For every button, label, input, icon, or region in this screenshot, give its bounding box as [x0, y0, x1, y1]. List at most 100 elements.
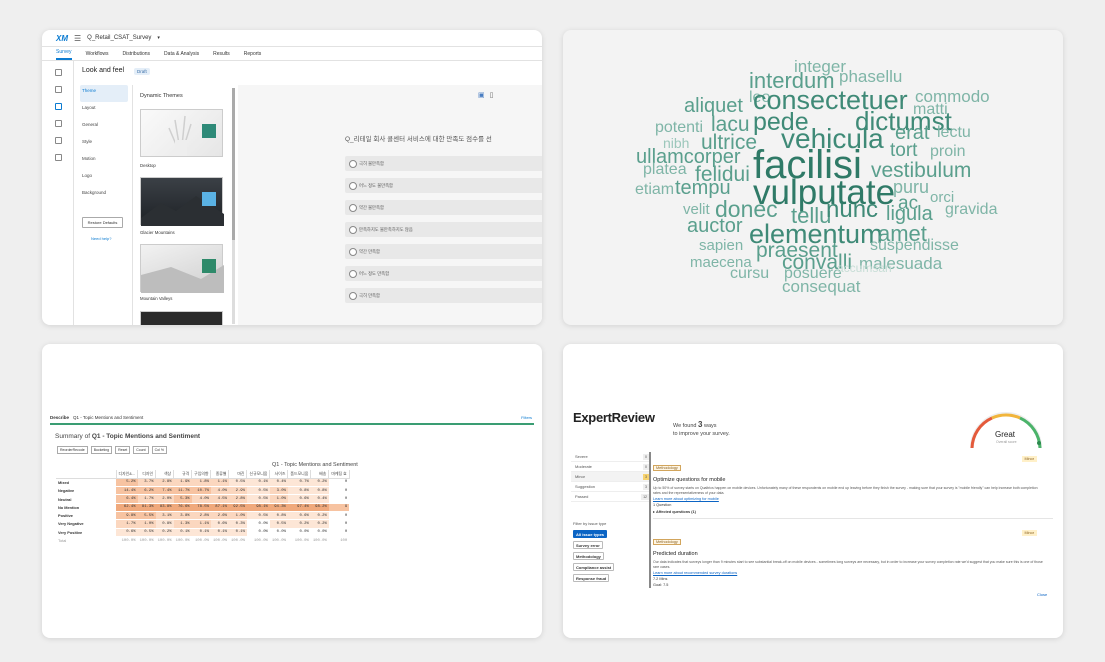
theme-mountain-valleys[interactable] [140, 244, 224, 293]
severity-minor[interactable]: Minor 3 [571, 472, 651, 482]
column-header[interactable]: 품드모니움 [287, 470, 312, 479]
table-cell: 100 [328, 536, 350, 546]
tab-survey[interactable]: Survey [56, 49, 72, 60]
filter-all-issue-types[interactable]: All issue types [573, 530, 608, 538]
options-icon[interactable] [55, 120, 62, 127]
count-button[interactable]: Count [133, 446, 149, 454]
tab-reports[interactable]: Reports [244, 51, 262, 60]
table-cell: 0.7% [287, 478, 311, 488]
issue-body: Our data indicates that surveys longer t… [653, 560, 1043, 569]
severity-suggestion[interactable]: Suggestion 3 [571, 482, 651, 492]
found-pre: We found [673, 423, 697, 429]
theme-label: Desktop [140, 163, 156, 168]
filter-methodology[interactable]: Methodology [573, 552, 604, 560]
themes-scrollbar[interactable] [232, 88, 235, 324]
col-percent-button[interactable]: Col % [151, 446, 167, 454]
issue-link[interactable]: Learn more about optimizing for mobile [653, 497, 1053, 501]
table-cell: 0.2% [310, 511, 329, 521]
tab-distributions[interactable]: Distributions [123, 51, 151, 60]
answer-option[interactable]: 극히 만족함 [345, 288, 542, 303]
bucketing-button[interactable]: Bucketing [90, 446, 113, 454]
table-cell: 2.9% [228, 486, 247, 496]
issue-title: Predicted duration [653, 551, 698, 557]
tab-workflows[interactable]: Workflows [86, 51, 109, 60]
brush-icon[interactable] [55, 103, 62, 110]
flow-icon[interactable] [55, 86, 62, 93]
table-cell: 10.7% [191, 486, 211, 496]
filter-survey-error[interactable]: Survey error [573, 541, 603, 549]
menu-theme[interactable]: Theme [80, 85, 128, 102]
filter-compliance-assist[interactable]: Compliance assist [573, 563, 615, 571]
severity-severe[interactable]: Severe 0 [571, 452, 651, 462]
issue-link[interactable]: Learn more about recommended survey dura… [653, 571, 1053, 575]
table-cell: 1.8% [191, 478, 211, 488]
column-header[interactable]: 디자인&... [116, 470, 139, 479]
menu-background[interactable]: Background [80, 187, 130, 204]
column-header[interactable]: 배송 [310, 470, 330, 479]
affected-questions-toggle[interactable]: ▸ Affected questions (1) [653, 509, 1053, 514]
table-cell: 4.0% [210, 486, 229, 496]
summary-question: Q1 - Topic Mentions and Sentiment [91, 433, 201, 440]
cloud-word: consequat [782, 277, 861, 296]
mobile-icon[interactable]: ▯ [490, 91, 494, 99]
desktop-icon[interactable]: ▣ [478, 91, 485, 99]
question-text: Q_리테일 회사 콜센터 서비스에 대한 만족도 점수를 선 [345, 136, 492, 143]
menu-general[interactable]: General [80, 119, 130, 136]
answer-option[interactable]: 어느 정도 불만족함 [345, 178, 542, 193]
table-cell: 0.3% [228, 519, 247, 529]
theme-glacier-mountains[interactable] [140, 177, 224, 226]
cloud-word: cursu [730, 265, 770, 282]
theme-desktop[interactable] [140, 109, 223, 157]
builder-icon[interactable] [55, 69, 62, 76]
chevron-down-icon[interactable]: ▾ [157, 35, 160, 41]
cloud-word: tempu [675, 177, 731, 199]
column-header[interactable]: 종류별 [210, 470, 230, 479]
column-header[interactable]: 디자인 [137, 470, 157, 479]
table-cell: 3.0% [269, 486, 288, 496]
describe-item[interactable]: Q1 - Topic Mentions and Sentiment [73, 415, 143, 420]
menu-logo[interactable]: Logo [80, 170, 130, 187]
severity-moderate[interactable]: Moderate 0 [571, 462, 651, 472]
answer-option[interactable]: 극히 불만족함 [345, 156, 542, 171]
survey-name[interactable]: Q_Retail_CSAT_Survey [87, 35, 151, 41]
translate-icon[interactable] [55, 154, 62, 161]
theme-fourth[interactable] [140, 311, 223, 325]
column-header[interactable]: 색상 [155, 470, 175, 479]
answer-option[interactable]: 약간 만족함 [345, 244, 542, 259]
column-header[interactable]: 마케팅 효 [328, 470, 350, 479]
themes-title: Dynamic Themes [140, 93, 183, 99]
answer-option[interactable]: 어느 정도 만족함 [345, 266, 542, 281]
theme-swatch [202, 259, 216, 273]
need-help-link[interactable]: Need help? [91, 236, 111, 241]
theme-label: Mountain Valleys [140, 296, 173, 301]
table-cell: 62.4% [116, 503, 138, 513]
column-header[interactable]: 신규모니움 [246, 470, 271, 479]
answer-option[interactable]: 만족하지도 불만족하지도 않음 [345, 222, 542, 237]
issue-card: Methodology Minor Predicted duration Our… [653, 530, 1053, 587]
column-header[interactable]: 규격 [173, 470, 193, 479]
describe-label: Describe [50, 415, 70, 420]
summary-prefix: Summary of [55, 433, 91, 440]
menu-motion[interactable]: Motion [80, 153, 130, 170]
menu-style[interactable]: Style [80, 136, 130, 153]
table-cell: 6.4% [116, 494, 138, 504]
filter-response-fraud[interactable]: Response fraud [573, 574, 610, 582]
column-header[interactable]: 마진 [228, 470, 248, 479]
tab-data-analysis[interactable]: Data & Analysis [164, 51, 199, 60]
answer-option[interactable]: 약간 불만족함 [345, 200, 542, 215]
tab-results[interactable]: Results [213, 51, 230, 60]
menu-layout[interactable]: Layout [80, 102, 130, 119]
reorder-recode-button[interactable]: ReorderRecode [57, 446, 88, 454]
table-cell: 0.4% [269, 478, 288, 488]
severity-passed[interactable]: Passed 12 [571, 492, 651, 502]
restore-defaults-button[interactable]: Restore Defaults [82, 217, 123, 228]
column-header[interactable]: 사이즈 [269, 470, 289, 479]
tools-icon[interactable] [55, 137, 62, 144]
hamburger-icon[interactable]: ☰ [74, 34, 81, 43]
issue-title: Optimize questions for mobile [653, 477, 726, 483]
filters-link[interactable]: Filters [521, 415, 532, 420]
table-row: Very Positive 0.6% 0.5% 0.2% 0.1% 0.1% 0.1% 0.1… [56, 528, 350, 537]
close-button[interactable]: Close [1037, 592, 1047, 597]
reset-button[interactable]: Reset [115, 446, 131, 454]
column-header[interactable]: 구입의향 [191, 470, 212, 479]
